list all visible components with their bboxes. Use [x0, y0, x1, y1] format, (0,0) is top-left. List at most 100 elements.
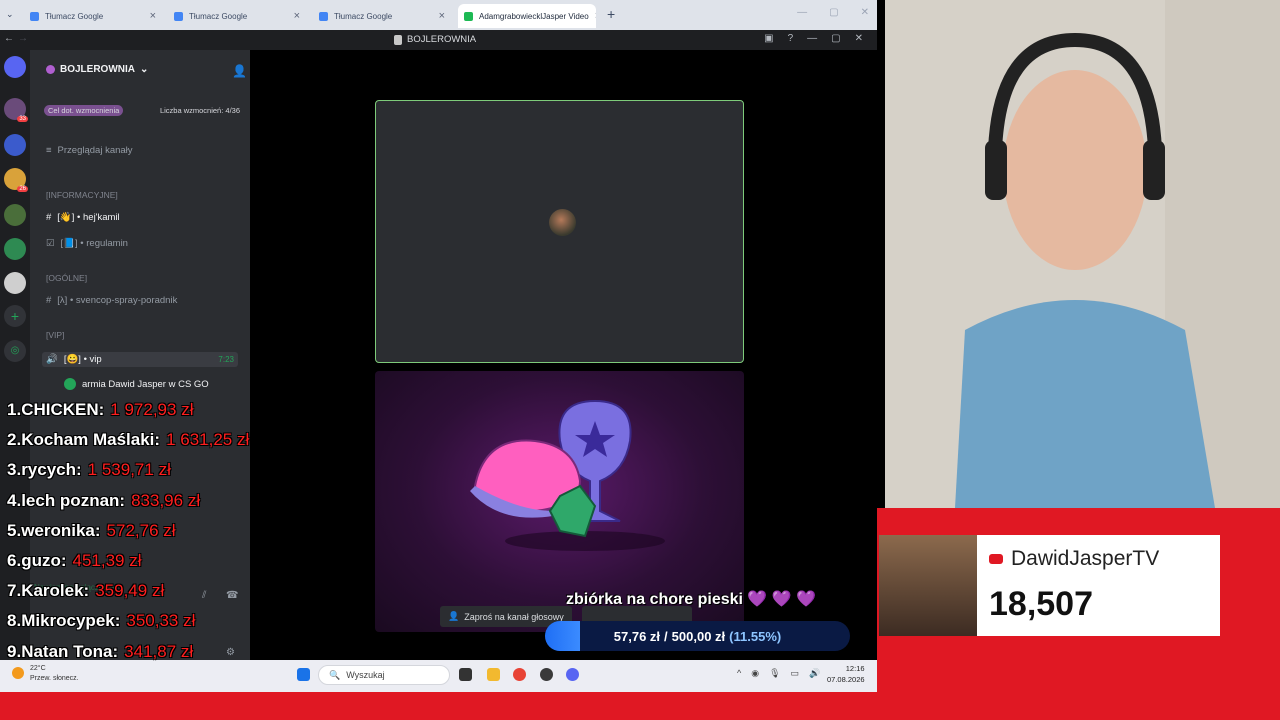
tab-translate-2[interactable]: Tłumacz Google × — [168, 4, 306, 28]
discord-title-bar: ← → BOJLEROWNIA ▣? — ▢ ✕ — [0, 30, 877, 50]
category-ogolne[interactable]: [OGÓLNE] — [46, 273, 87, 283]
server-icon[interactable]: 33 — [4, 98, 28, 122]
minimize-icon[interactable]: — — [807, 33, 817, 44]
server-icon[interactable] — [4, 272, 26, 294]
discord-window-controls: ▣? — ▢ ✕ — [764, 33, 863, 44]
leader-amount: 1 972,93 zł — [110, 400, 194, 419]
tab-translate-3[interactable]: Tłumacz Google × — [313, 4, 451, 28]
close-icon[interactable]: ✕ — [855, 33, 863, 44]
leaderboard-row: 9.Natan Tona: 341,87 zł — [7, 642, 249, 672]
tray-expand-icon[interactable]: ^ — [737, 668, 741, 679]
add-server-icon[interactable]: + — [4, 305, 26, 327]
obs-icon[interactable] — [540, 668, 553, 681]
goal-percent: (11.55%) — [729, 628, 782, 644]
webcam-feed — [885, 0, 1280, 508]
channel-thumbnail — [879, 535, 977, 636]
channel-regulamin[interactable]: ☑ [📘] • regulamin — [46, 238, 128, 249]
voice-member[interactable]: armia Dawid Jasper w CS GO — [64, 378, 209, 390]
close-window-icon[interactable]: ✕ — [861, 7, 869, 18]
goal-title: zbiórka na chore pieski 💜 💜 💜 — [566, 591, 817, 608]
close-icon[interactable]: × — [150, 10, 156, 22]
clock-time: 12:16 — [845, 664, 865, 673]
goal-progress-bar: 57,76 zł / 500,00 zł (11.55%) — [545, 621, 850, 651]
goal-separator: / — [664, 628, 668, 644]
leaderboard-row: 8.Mikrocypek: 350,33 zł — [7, 611, 249, 641]
leader-rank: 1. — [7, 400, 22, 419]
server-icon[interactable]: 26 — [4, 168, 28, 192]
file-explorer-icon[interactable] — [487, 668, 500, 681]
tab-label: Tłumacz Google — [45, 11, 104, 21]
hash-icon: # — [46, 212, 52, 223]
server-icon — [394, 34, 402, 45]
leader-name: rycych: — [21, 460, 82, 480]
maximize-icon[interactable]: ▢ — [831, 33, 840, 44]
inbox-icon[interactable]: ▣ — [764, 33, 773, 44]
taskbar-clock[interactable]: 12:16 07.08.2026 — [827, 663, 865, 685]
chrome-icon[interactable] — [513, 668, 526, 681]
channel-label: [😀] • vip — [63, 354, 102, 365]
leaderboard-row: 1.CHICKEN: 1 972,93 zł — [7, 400, 249, 430]
volume-icon[interactable]: 🔊 — [809, 668, 820, 679]
invite-button-label: Zaproś na kanał głosowy — [464, 611, 564, 622]
boost-progress[interactable]: Cel dot. wzmocnienia Liczba wzmocnień: 4… — [44, 102, 240, 118]
user-video-tile[interactable] — [375, 100, 744, 363]
leader-name: Karolek: — [21, 581, 90, 601]
speaker-icon: 🔊 — [46, 354, 58, 365]
overlay-red-bottom — [0, 692, 1280, 720]
leader-name: lech poznan: — [21, 490, 126, 510]
network-icon[interactable]: ◉ — [751, 668, 759, 679]
category-vip[interactable]: [VIP] — [46, 330, 64, 340]
server-name: BOJLEROWNIA — [60, 64, 135, 75]
browse-channels-item[interactable]: ≡ Przeglądaj kanały — [46, 145, 133, 156]
windows-start-icon[interactable] — [297, 668, 310, 681]
leaderboard-row: 7.Karolek: 359,49 zł — [7, 581, 249, 611]
leader-rank: 7. — [7, 581, 22, 601]
mic-icon[interactable]: 🎙 — [769, 668, 780, 679]
new-tab-button[interactable]: + — [607, 6, 615, 22]
minimize-icon[interactable]: — — [797, 7, 807, 18]
leader-rank: 3. — [7, 460, 22, 480]
channel-svencop[interactable]: # [λ] • svencop-spray-poradnik — [46, 295, 177, 306]
channel-hej-kamil[interactable]: # [👋] • hej'kamil — [46, 212, 120, 223]
google-translate-icon — [30, 11, 39, 21]
server-name-header[interactable]: BOJLEROWNIA ⌄ — [46, 64, 148, 75]
close-icon[interactable]: × — [595, 10, 596, 22]
category-informacyjne[interactable]: [INFORMACYJNE] — [46, 190, 118, 200]
close-icon[interactable]: × — [439, 10, 445, 22]
clock-date: 07.08.2026 — [827, 675, 865, 684]
display-icon[interactable]: ▭ — [791, 668, 800, 679]
help-icon[interactable]: ? — [788, 33, 794, 44]
tab-list-chevron-icon[interactable]: ⌄ — [6, 9, 14, 20]
explore-icon[interactable]: ◎ — [4, 340, 26, 362]
server-badge-icon — [46, 65, 55, 74]
category-label: [VIP] — [46, 330, 65, 340]
leader-amount: 341,87 zł — [124, 641, 194, 661]
task-view-icon[interactable] — [459, 668, 472, 681]
leader-name: Mikrocypek: — [21, 611, 121, 631]
tab-video-active[interactable]: AdamgrabowiecklJasper Video × — [458, 4, 596, 28]
discord-home-icon[interactable] — [4, 56, 26, 78]
back-arrow-icon[interactable]: ← — [4, 33, 14, 44]
leaderboard-row: 5.weronika: 572,76 zł — [7, 521, 249, 551]
leader-amount: 359,49 zł — [95, 581, 165, 601]
invite-member-icon[interactable]: 👤 — [232, 64, 247, 78]
leader-name: Kocham Maślaki: — [21, 430, 161, 450]
avatar — [549, 209, 576, 236]
close-icon[interactable]: × — [294, 10, 300, 22]
leader-rank: 8. — [7, 611, 22, 631]
add-user-icon: 👤 — [448, 611, 460, 621]
tab-translate-1[interactable]: Tłumacz Google × — [24, 4, 162, 28]
forward-arrow-icon[interactable]: → — [18, 33, 28, 44]
voice-channel-vip[interactable]: 🔊 [😀] • vip 7:23 — [42, 352, 238, 367]
member-name: armia Dawid Jasper w CS GO — [82, 378, 209, 390]
subscriber-count: 18,507 — [989, 585, 1093, 623]
server-icon[interactable] — [4, 134, 26, 156]
maximize-icon[interactable]: ▢ — [829, 7, 838, 18]
discord-taskbar-icon[interactable] — [566, 668, 579, 681]
server-icon[interactable] — [4, 238, 26, 260]
leaderboard-row: 3.rycych: 1 539,71 zł — [7, 460, 249, 490]
server-icon[interactable] — [4, 204, 26, 226]
taskbar-search[interactable]: 🔍 Wyszukaj — [318, 665, 450, 685]
search-icon: 🔍 — [329, 669, 341, 680]
boost-count: Liczba wzmocnień: 4/36 — [159, 105, 240, 115]
